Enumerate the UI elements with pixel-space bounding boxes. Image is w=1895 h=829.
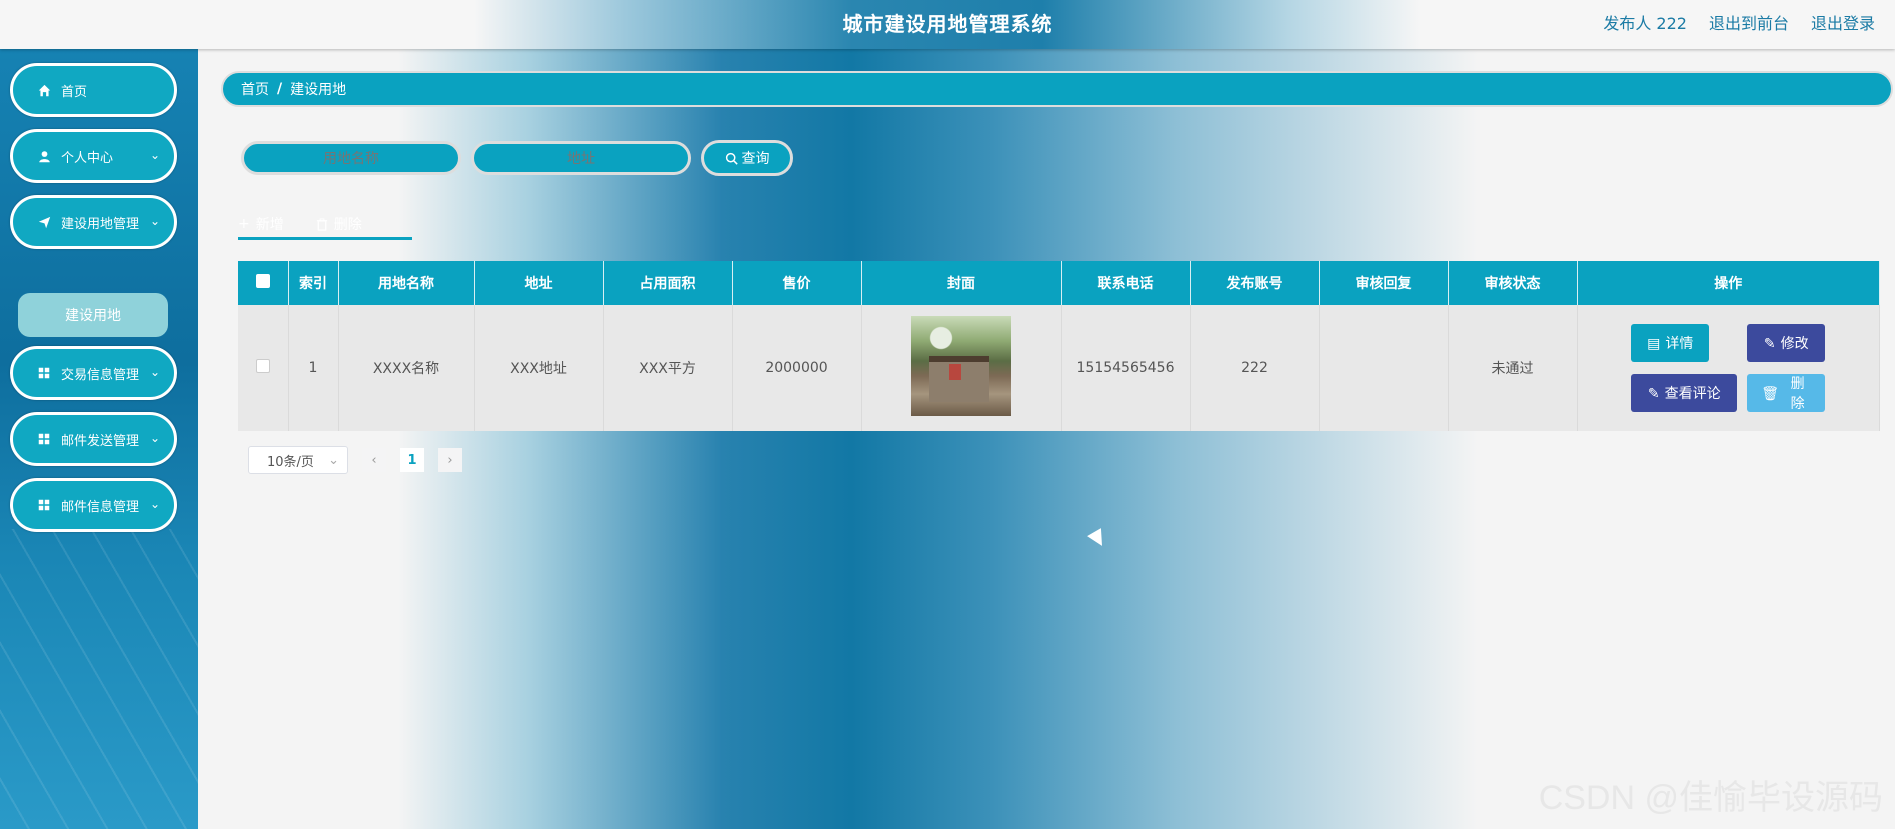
breadcrumb-home[interactable]: 首页 <box>241 79 269 99</box>
search-icon <box>725 152 738 165</box>
pencil-icon: ✎ <box>1763 334 1776 351</box>
edit-button-label: 修改 <box>1780 335 1809 351</box>
main-content: 首页 / 建设用地 查询 + 新增 删除 索引 用地名称 地址 占用面积 售价 <box>198 49 1895 829</box>
view-comments-button[interactable]: ✎ 查看评论 <box>1631 374 1738 412</box>
cell-phone: 15154565456 <box>1061 305 1191 431</box>
detail-button[interactable]: ▤ 详情 <box>1631 324 1710 362</box>
sidebar-item-label: 建设用地管理 <box>61 216 140 232</box>
chevron-down-icon: ⌄ <box>149 365 160 379</box>
column-header: 联系电话 <box>1061 261 1191 305</box>
column-header: 索引 <box>288 261 339 305</box>
select-all-checkbox[interactable] <box>255 274 270 288</box>
back-to-frontend-link[interactable]: 退出到前台 <box>1709 10 1789 34</box>
chevron-down-icon: ⌄ <box>149 214 160 228</box>
watermark: CSDN @佳愉毕设源码 <box>1538 779 1883 817</box>
sidebar-decoration <box>0 529 198 829</box>
next-page-button[interactable]: › <box>438 448 462 472</box>
sidebar-item-label: 首页 <box>61 84 88 100</box>
sidebar: 首页 个人中心 ⌄ 建设用地管理 ⌄ 建设用地 交易信息管理 ⌄ 邮件发送管理 … <box>0 49 198 829</box>
trash-icon <box>316 217 327 231</box>
land-table: 索引 用地名称 地址 占用面积 售价 封面 联系电话 发布账号 审核回复 审核状… <box>238 261 1880 431</box>
cell-status: 未通过 <box>1448 305 1578 431</box>
send-icon <box>37 215 51 229</box>
sidebar-item-mail-info[interactable]: 邮件信息管理 ⌄ <box>10 478 177 532</box>
document-icon: ▤ <box>1647 334 1661 351</box>
row-delete-button[interactable]: 🗑 删除 <box>1747 374 1826 412</box>
pencil-icon: ✎ <box>1647 384 1660 401</box>
user-icon <box>37 149 51 163</box>
search-button[interactable]: 查询 <box>701 140 793 176</box>
logout-link[interactable]: 退出登录 <box>1811 10 1875 34</box>
search-button-label: 查询 <box>741 151 770 167</box>
column-header: 售价 <box>732 261 862 305</box>
batch-delete-button[interactable]: 删除 <box>316 209 362 239</box>
grid-icon <box>37 432 51 446</box>
user-label: 发布人 222 <box>1603 14 1687 33</box>
row-select-cell[interactable] <box>238 305 289 431</box>
home-icon <box>37 83 51 97</box>
submenu-item-land[interactable]: 建设用地 <box>18 293 168 337</box>
page-size-value: 10条/页 <box>267 454 314 470</box>
chevron-down-icon: ⌄ <box>149 431 160 445</box>
land-name-search-input[interactable] <box>241 141 461 175</box>
sidebar-item-trade-management[interactable]: 交易信息管理 ⌄ <box>10 346 177 400</box>
table-row: 1 XXXX名称 XXX地址 XXX平方 2000000 15154565456… <box>238 305 1880 431</box>
sidebar-item-mail-send[interactable]: 邮件发送管理 ⌄ <box>10 412 177 466</box>
cell-ops: ▤ 详情 ✎ 修改 ✎ 查看评论 🗑 删除 <box>1577 305 1880 431</box>
row-delete-label: 删除 <box>1790 375 1805 411</box>
breadcrumb: 首页 / 建设用地 <box>221 71 1893 107</box>
pagination: 10条/页 ⌄ ‹ 1 › <box>248 446 462 474</box>
column-header: 发布账号 <box>1190 261 1320 305</box>
sidebar-item-label: 邮件发送管理 <box>61 433 140 449</box>
cell-address: XXX地址 <box>474 305 604 431</box>
cover-image[interactable] <box>911 316 1011 416</box>
cell-index: 1 <box>288 305 339 431</box>
chevron-down-icon: ⌄ <box>149 497 160 511</box>
view-comments-label: 查看评论 <box>1664 385 1721 401</box>
edit-button[interactable]: ✎ 修改 <box>1747 324 1826 362</box>
action-bar-underline <box>238 237 412 240</box>
column-header: 占用面积 <box>603 261 733 305</box>
grid-icon <box>37 366 51 380</box>
column-header: 封面 <box>861 261 1062 305</box>
sidebar-item-label: 个人中心 <box>61 150 114 166</box>
action-bar: + 新增 删除 <box>238 209 362 239</box>
grid-icon <box>37 498 51 512</box>
address-search-input[interactable] <box>471 141 691 175</box>
add-button[interactable]: + 新增 <box>238 209 284 239</box>
column-header: 审核回复 <box>1319 261 1449 305</box>
batch-delete-label: 删除 <box>333 217 362 233</box>
sidebar-item-profile[interactable]: 个人中心 ⌄ <box>10 129 177 183</box>
breadcrumb-current: 建设用地 <box>290 82 347 98</box>
top-header: 城市建设用地管理系统 发布人 222 退出到前台 退出登录 <box>0 0 1895 49</box>
cell-reply <box>1319 305 1449 431</box>
column-header: 用地名称 <box>338 261 475 305</box>
trash-icon: 🗑 <box>1761 384 1780 401</box>
sidebar-item-label: 交易信息管理 <box>61 367 140 383</box>
page-size-select[interactable]: 10条/页 ⌄ <box>248 446 348 474</box>
chevron-down-icon: ⌄ <box>328 452 339 468</box>
select-all-header[interactable] <box>238 261 289 305</box>
column-header: 操作 <box>1577 261 1880 305</box>
cell-cover <box>861 305 1062 431</box>
cell-price: 2000000 <box>732 305 862 431</box>
cell-area: XXX平方 <box>603 305 733 431</box>
breadcrumb-separator: / <box>277 81 283 97</box>
cell-name: XXXX名称 <box>338 305 475 431</box>
sidebar-item-label: 邮件信息管理 <box>61 499 140 515</box>
page-number[interactable]: 1 <box>400 448 424 472</box>
plus-icon: + <box>238 216 250 232</box>
row-checkbox[interactable] <box>255 359 270 373</box>
add-button-label: 新增 <box>255 217 284 233</box>
sidebar-item-land-management[interactable]: 建设用地管理 ⌄ <box>10 195 177 249</box>
prev-page-button[interactable]: ‹ <box>362 448 386 472</box>
sidebar-item-home[interactable]: 首页 <box>10 63 177 117</box>
cell-account: 222 <box>1190 305 1320 431</box>
column-header: 地址 <box>474 261 604 305</box>
detail-button-label: 详情 <box>1665 335 1694 351</box>
column-header: 审核状态 <box>1448 261 1578 305</box>
chevron-down-icon: ⌄ <box>149 148 160 162</box>
